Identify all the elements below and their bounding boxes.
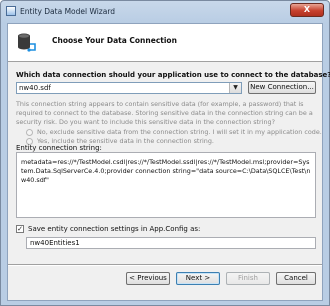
connection-select[interactable]: nw40.sdf ▼	[16, 82, 242, 94]
chevron-down-icon[interactable]: ▼	[229, 83, 241, 93]
title-bar: Entity Data Model Wizard X	[1, 1, 329, 23]
previous-button[interactable]: < Previous	[126, 272, 170, 285]
footer-divider	[8, 264, 322, 266]
entity-connection-label: Entity connection string:	[16, 144, 102, 152]
connection-question: Which data connection should your applic…	[16, 71, 330, 79]
cancel-button[interactable]: Cancel	[276, 272, 316, 285]
sensitive-data-note: This connection string appears to contai…	[16, 100, 313, 126]
entities-name-input[interactable]: nw40Entities1	[26, 237, 316, 249]
new-connection-button[interactable]: New Connection...	[248, 81, 316, 94]
window-app-icon	[6, 6, 16, 16]
page-title: Choose Your Data Connection	[52, 36, 177, 45]
wizard-window: Entity Data Model Wizard X Choose Your D…	[0, 0, 330, 306]
window-title: Entity Data Model Wizard	[20, 7, 116, 16]
close-button[interactable]: X	[290, 3, 324, 17]
entity-connection-value: metadata=res://*/TestModel.csdl|res://*/…	[21, 158, 311, 184]
database-connection-icon	[18, 33, 36, 52]
save-settings-label: Save entity connection settings in App.C…	[28, 225, 201, 233]
connection-select-value: nw40.sdf	[19, 84, 51, 92]
next-button[interactable]: Next >	[176, 272, 220, 285]
finish-button[interactable]: Finish	[226, 272, 270, 285]
radio-exclude-label: No, exclude sensitive data from the conn…	[37, 128, 322, 136]
wizard-client-area: Choose Your Data Connection Which data c…	[7, 23, 330, 301]
radio-exclude-sensitive[interactable]	[26, 129, 33, 136]
wizard-header: Choose Your Data Connection	[8, 24, 322, 62]
entities-name-value: nw40Entities1	[30, 239, 80, 247]
save-settings-checkbox[interactable]: ✓	[16, 225, 24, 233]
entity-connection-textbox[interactable]: metadata=res://*/TestModel.csdl|res://*/…	[16, 152, 316, 218]
